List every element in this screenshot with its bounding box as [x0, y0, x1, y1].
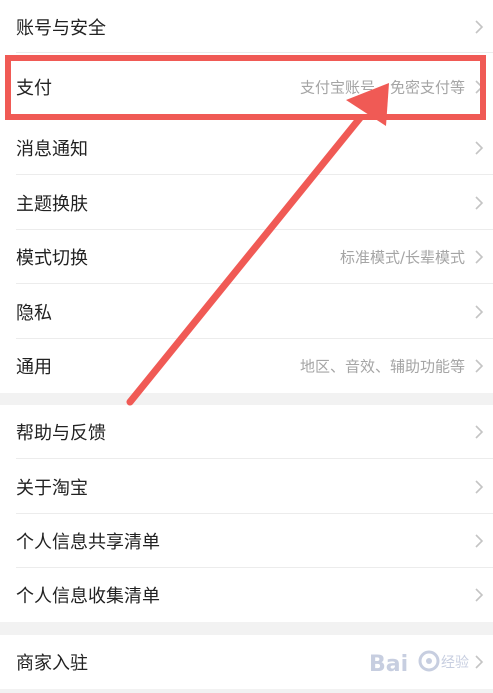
settings-item-privacy[interactable]: 隐私 — [0, 284, 493, 339]
chevron-right-icon — [475, 19, 484, 34]
settings-item-info-collection-list[interactable]: 个人信息收集清单 — [0, 568, 493, 622]
settings-item-label: 商家入驻 — [16, 653, 88, 674]
svg-text:经验: 经验 — [441, 655, 469, 671]
settings-item-label: 消息通知 — [16, 138, 88, 160]
settings-item-help-feedback[interactable]: 帮助与反馈 — [0, 405, 493, 459]
chevron-right-icon — [475, 195, 484, 210]
baidu-watermark-logo: Bai 经验 — [369, 650, 469, 677]
settings-item-payment[interactable]: 支付 支付宝账号、免密支付等 — [0, 53, 493, 120]
settings-item-subtitle: 支付宝账号、免密支付等 — [299, 78, 465, 96]
chevron-right-icon — [475, 140, 484, 155]
settings-item-label: 个人信息收集清单 — [16, 586, 160, 607]
chevron-right-icon — [475, 304, 484, 319]
settings-item-account-security[interactable]: 账号与安全 — [0, 0, 493, 53]
settings-item-label: 账号与安全 — [16, 17, 106, 39]
chevron-right-icon — [475, 479, 484, 494]
chevron-right-icon — [475, 250, 484, 264]
settings-item-subtitle: 地区、音效、辅助功能等 — [299, 357, 465, 376]
settings-item-label: 通用 — [16, 357, 52, 378]
settings-item-subtitle: 标准模式/长辈模式 — [339, 248, 465, 267]
settings-item-label: 帮助与反馈 — [16, 423, 106, 444]
svg-text:Bai: Bai — [369, 652, 408, 677]
settings-item-label: 主题换肤 — [16, 193, 88, 215]
chevron-right-icon — [475, 359, 484, 373]
settings-item-label: 支付 — [16, 77, 52, 99]
chevron-right-icon — [475, 79, 484, 94]
settings-item-theme[interactable]: 主题换肤 — [0, 175, 493, 230]
chevron-right-icon — [475, 534, 484, 548]
chevron-right-icon — [475, 588, 484, 602]
settings-item-label: 隐私 — [16, 302, 52, 324]
chevron-right-icon — [475, 425, 484, 439]
settings-item-label: 关于淘宝 — [16, 477, 88, 499]
settings-item-about[interactable]: 关于淘宝 — [0, 459, 493, 514]
settings-item-label: 模式切换 — [16, 248, 88, 269]
settings-item-mode-switch[interactable]: 模式切换 标准模式/长辈模式 — [0, 230, 493, 284]
settings-item-info-sharing-list[interactable]: 个人信息共享清单 — [0, 514, 493, 568]
settings-item-label: 个人信息共享清单 — [16, 532, 160, 553]
settings-item-notifications[interactable]: 消息通知 — [0, 120, 493, 175]
settings-item-general[interactable]: 通用 地区、音效、辅助功能等 — [0, 339, 493, 393]
